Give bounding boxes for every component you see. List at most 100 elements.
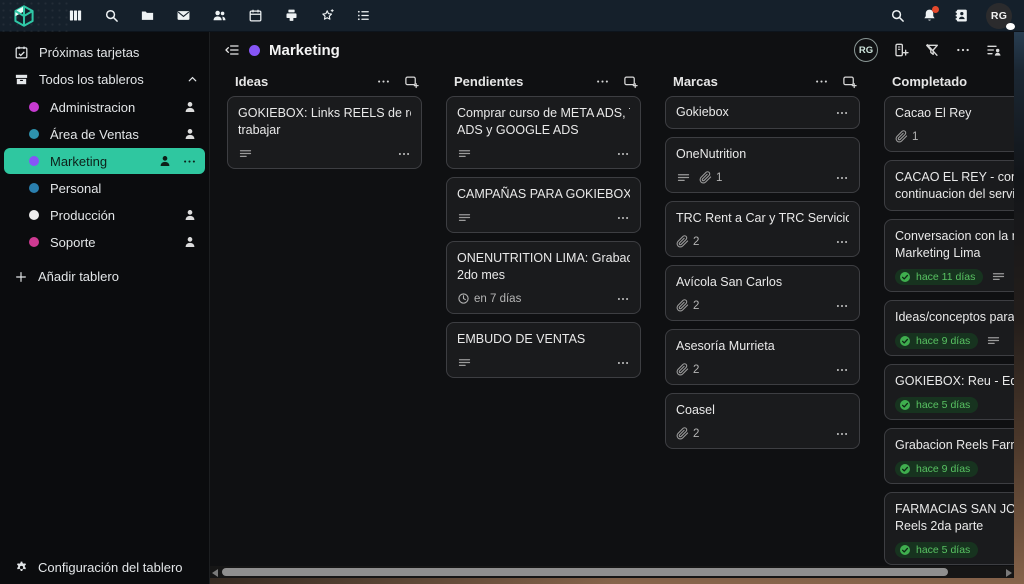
- kanban-card[interactable]: GOKIEBOX: Reu - Equipo dehace 5 días: [884, 364, 1014, 420]
- card-list: Cacao El Rey1 CACAO EL REY - consultar co…: [884, 96, 1014, 565]
- add-board-button[interactable]: Añadir tablero: [0, 263, 209, 290]
- global-search-icon[interactable]: [890, 8, 905, 23]
- sidebar-board--rea-de-ventas[interactable]: Área de Ventas: [4, 121, 205, 147]
- board-member-avatar[interactable]: RG: [854, 38, 878, 62]
- dots-icon: [835, 299, 849, 313]
- dots-icon: [616, 292, 630, 306]
- contacts-book-icon[interactable]: [954, 8, 969, 23]
- card-title: TRC Rent a Car y TRC Servicios: [676, 210, 849, 227]
- plus-icon: [14, 270, 28, 284]
- kanban-card[interactable]: Avícola San Carlos2: [665, 265, 860, 321]
- card-menu-button[interactable]: [397, 147, 411, 161]
- top-navbar: RG: [0, 0, 1024, 32]
- horizontal-scrollbar[interactable]: [210, 566, 1014, 578]
- board-menu-button[interactable]: [955, 42, 971, 58]
- chevron-up-icon[interactable]: [186, 73, 199, 86]
- dots-icon: [595, 74, 610, 89]
- attachment-count: 2: [676, 299, 699, 312]
- kanban-boards-icon[interactable]: [68, 8, 83, 23]
- scrollbar-thumb[interactable]: [222, 568, 948, 576]
- completed-badge: hace 5 días: [895, 397, 978, 413]
- kanban-card[interactable]: ONENUTRITION LIMA: Grabacion reels 2do m…: [446, 241, 641, 314]
- notifications-bell-icon[interactable]: [922, 8, 937, 23]
- sidebar-item-upcoming-cards[interactable]: Próximas tarjetas: [0, 39, 209, 66]
- board-menu-button[interactable]: [182, 153, 197, 169]
- card-menu-button[interactable]: [616, 211, 630, 225]
- clip-icon: [699, 171, 712, 184]
- card-menu-button[interactable]: [835, 427, 849, 441]
- app-logo-icon[interactable]: [11, 3, 37, 29]
- sidebar-board-personal[interactable]: Personal: [4, 175, 205, 201]
- status-dot: [1006, 23, 1015, 30]
- users-icon[interactable]: [212, 8, 227, 23]
- column-menu-button[interactable]: [595, 74, 610, 89]
- card-menu-button[interactable]: [616, 356, 630, 370]
- column-title: Marcas: [673, 74, 801, 89]
- board-name: Administracion: [50, 100, 135, 115]
- card-menu-button[interactable]: [835, 171, 849, 185]
- kanban-card[interactable]: TRC Rent a Car y TRC Servicios2: [665, 201, 860, 257]
- card-menu-button[interactable]: [616, 147, 630, 161]
- board-name: Área de Ventas: [50, 127, 139, 142]
- clip-icon: [676, 299, 689, 312]
- kanban-card[interactable]: Gokiebox: [665, 96, 860, 129]
- sidebar-toggle-icon[interactable]: [224, 42, 240, 58]
- add-card-button[interactable]: [404, 74, 419, 89]
- card-menu-button[interactable]: [835, 299, 849, 313]
- column-menu-button[interactable]: [814, 74, 829, 89]
- kanban-card[interactable]: Asesoría Murrieta2: [665, 329, 860, 385]
- folder-icon[interactable]: [140, 8, 155, 23]
- kanban-card[interactable]: Comprar curso de META ADS, TIKTOK ADS y …: [446, 96, 641, 169]
- board-color-dot: [29, 183, 39, 193]
- sidebar: Próximas tarjetas Todos los tableros Adm…: [0, 32, 210, 584]
- dots-icon: [616, 147, 630, 161]
- board-settings-label: Configuración del tablero: [38, 560, 183, 575]
- scroll-right-arrow[interactable]: [1006, 569, 1012, 577]
- board-name: Soporte: [50, 235, 96, 250]
- sidebar-board-administracion[interactable]: Administracion: [4, 94, 205, 120]
- add-card-button[interactable]: [623, 74, 638, 89]
- add-card-button[interactable]: [842, 74, 857, 89]
- group-by-icon[interactable]: [986, 42, 1002, 58]
- card-menu-button[interactable]: [835, 106, 849, 120]
- sidebar-item-all-boards[interactable]: Todos los tableros: [0, 66, 209, 93]
- scroll-left-arrow[interactable]: [212, 569, 218, 577]
- card-title: Asesoría Murrieta: [676, 338, 849, 355]
- card-list: Gokiebox OneNutrition1 TRC Rent a Car y TR…: [665, 96, 860, 449]
- user-avatar[interactable]: RG: [986, 3, 1012, 29]
- kanban-card[interactable]: CACAO EL REY - consultar continuacion de…: [884, 160, 1014, 211]
- kanban-card[interactable]: Conversacion con la nueva C Marketing Li…: [884, 219, 1014, 292]
- card-menu-button[interactable]: [835, 363, 849, 377]
- kanban-card[interactable]: GOKIEBOX: Links REELS de ref. para traba…: [227, 96, 422, 169]
- card-menu-button[interactable]: [835, 235, 849, 249]
- add-view-icon[interactable]: [893, 42, 909, 58]
- task-list-icon[interactable]: [356, 8, 371, 23]
- sidebar-board-soporte[interactable]: Soporte: [4, 229, 205, 255]
- sidebar-board-producci-n[interactable]: Producción: [4, 202, 205, 228]
- kanban-card[interactable]: FARMACIAS SAN JOSE: Grab Reels 2da parte…: [884, 492, 1014, 565]
- desc-icon: [457, 355, 472, 370]
- kanban-card[interactable]: OneNutrition1: [665, 137, 860, 193]
- column-menu-button[interactable]: [376, 74, 391, 89]
- all-boards-label: Todos los tableros: [39, 72, 144, 87]
- kanban-card[interactable]: Ideas/conceptos para Reelshace 9 días: [884, 300, 1014, 356]
- mail-icon[interactable]: [176, 8, 191, 23]
- board-title: Marketing: [269, 42, 340, 59]
- card-menu-button[interactable]: [616, 292, 630, 306]
- board-settings-button[interactable]: Configuración del tablero: [0, 560, 209, 575]
- card-title: Comprar curso de META ADS, TIKTOK ADS y …: [457, 105, 630, 139]
- calendar-icon[interactable]: [248, 8, 263, 23]
- favorites-star-icon[interactable]: [320, 8, 335, 23]
- board-name: Producción: [50, 208, 115, 223]
- kanban-card[interactable]: EMBUDO DE VENTAS: [446, 322, 641, 378]
- kanban-card[interactable]: Coasel2: [665, 393, 860, 449]
- filter-icon[interactable]: [924, 42, 940, 58]
- dots-icon: [835, 235, 849, 249]
- kanban-card[interactable]: Grabacion Reels Farmacis Sahace 9 días: [884, 428, 1014, 484]
- printer-icon[interactable]: [284, 8, 299, 23]
- kanban-card[interactable]: Cacao El Rey1: [884, 96, 1014, 152]
- kanban-card[interactable]: CAMPAÑAS PARA GOKIEBOX: [446, 177, 641, 233]
- sidebar-board-marketing[interactable]: Marketing: [4, 148, 205, 174]
- search-icon[interactable]: [104, 8, 119, 23]
- dots-icon: [835, 171, 849, 185]
